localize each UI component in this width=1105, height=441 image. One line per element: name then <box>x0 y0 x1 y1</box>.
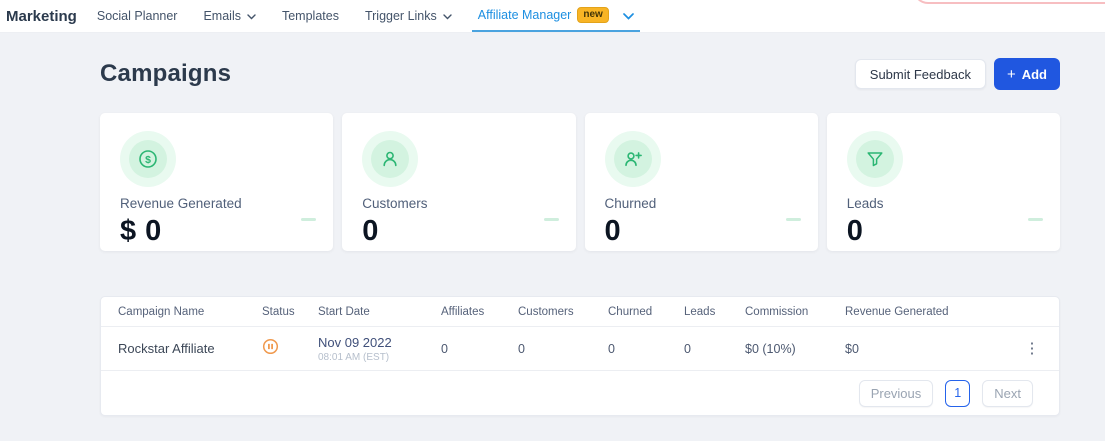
stat-icon-ring: $ <box>120 131 176 187</box>
column-header-churned: Churned <box>608 306 684 318</box>
affiliates-count: 0 <box>441 342 518 356</box>
column-header-campaign-name: Campaign Name <box>101 306 254 318</box>
user-plus-icon <box>623 149 643 169</box>
trend-dash-icon <box>301 218 316 221</box>
stat-icon-circle <box>614 140 652 178</box>
commission-value: $0 (10%) <box>745 342 845 356</box>
stat-card-leads: Leads 0 <box>827 113 1060 251</box>
column-header-revenue-generated: Revenue Generated <box>845 306 1005 318</box>
user-icon <box>380 149 400 169</box>
stat-label: Customers <box>362 196 557 211</box>
stat-icon-circle: $ <box>129 140 167 178</box>
column-header-commission: Commission <box>745 306 845 318</box>
revenue-generated-value: $0 <box>845 342 1005 356</box>
tab-social-planner[interactable]: Social Planner <box>97 0 178 32</box>
add-button-label: Add <box>1022 67 1047 82</box>
tab-emails[interactable]: Emails <box>203 0 256 32</box>
tab-label: Trigger Links <box>365 9 437 23</box>
column-header-leads: Leads <box>684 306 745 318</box>
stat-icon-circle <box>371 140 409 178</box>
submit-feedback-button[interactable]: Submit Feedback <box>855 59 986 89</box>
stat-value: 0 <box>362 215 557 248</box>
page-title: Campaigns <box>100 60 231 88</box>
stat-value: 0 <box>605 215 800 248</box>
marketing-tabs: Social Planner Emails Templates Trigger … <box>97 0 634 32</box>
cutoff-trial-banner <box>913 0 1105 4</box>
column-header-affiliates: Affiliates <box>441 306 518 318</box>
next-page-button[interactable]: Next <box>982 380 1033 407</box>
trend-dash-icon <box>544 218 559 221</box>
pagination: Previous 1 Next <box>101 371 1059 415</box>
stat-label: Revenue Generated <box>120 196 315 211</box>
stat-card-churned: Churned 0 <box>585 113 818 251</box>
stat-icon-ring <box>362 131 418 187</box>
table-row[interactable]: Rockstar Affiliate Nov 09 2022 08:01 AM … <box>101 327 1059 371</box>
stat-icon-circle <box>856 140 894 178</box>
status-cell <box>254 338 318 360</box>
tab-templates[interactable]: Templates <box>282 0 339 32</box>
stat-card-customers: Customers 0 <box>342 113 575 251</box>
page-number-button[interactable]: 1 <box>945 380 970 407</box>
stat-card-revenue: $ Revenue Generated $ 0 <box>100 113 333 251</box>
campaigns-content: Campaigns Submit Feedback + Add $ <box>100 33 1060 441</box>
stats-row: $ Revenue Generated $ 0 <box>100 113 1060 251</box>
customers-count: 0 <box>518 342 608 356</box>
plus-icon: + <box>1007 66 1016 83</box>
row-menu-ellipsis-icon[interactable]: ⋮ <box>1017 338 1048 360</box>
leads-count: 0 <box>684 342 745 356</box>
start-time: 08:01 AM (EST) <box>318 352 441 363</box>
stat-label: Leads <box>847 196 1042 211</box>
campaigns-table: Campaign Name Status Start Date Affiliat… <box>100 296 1060 416</box>
app-section-title: Marketing <box>6 8 77 25</box>
column-header-start-date: Start Date <box>318 306 441 318</box>
status-paused-icon <box>262 338 279 355</box>
tab-trigger-links[interactable]: Trigger Links <box>365 0 452 32</box>
stat-value: $ 0 <box>120 215 315 248</box>
tab-label: Templates <box>282 9 339 23</box>
tab-label: Social Planner <box>97 9 178 23</box>
svg-text:$: $ <box>145 154 151 166</box>
funnel-icon <box>865 149 885 169</box>
stat-value: 0 <box>847 215 1042 248</box>
campaign-name[interactable]: Rockstar Affiliate <box>101 341 254 356</box>
start-date: Nov 09 2022 <box>318 335 441 350</box>
stat-icon-ring <box>605 131 661 187</box>
churned-count: 0 <box>608 342 684 356</box>
add-campaign-button[interactable]: + Add <box>994 58 1060 90</box>
row-actions-cell: ⋮ <box>1005 338 1059 360</box>
tab-label: Affiliate Manager <box>478 8 572 22</box>
stat-label: Churned <box>605 196 800 211</box>
chevron-down-icon[interactable] <box>623 13 634 20</box>
marketing-top-nav: Marketing Social Planner Emails Template… <box>0 0 1105 33</box>
column-header-status: Status <box>254 306 318 318</box>
start-date-cell: Nov 09 2022 08:01 AM (EST) <box>318 335 441 363</box>
previous-page-button[interactable]: Previous <box>859 380 934 407</box>
chevron-down-icon <box>247 14 256 20</box>
trend-dash-icon <box>1028 218 1043 221</box>
stat-icon-ring <box>847 131 903 187</box>
tab-label: Emails <box>203 9 241 23</box>
tab-affiliate-manager[interactable]: Affiliate Manager new <box>472 0 640 32</box>
new-badge: new <box>577 7 608 23</box>
dollar-circle-icon: $ <box>138 149 158 169</box>
affiliate-manager-campaigns-screen: Marketing Social Planner Emails Template… <box>0 0 1105 441</box>
chevron-down-icon <box>443 14 452 20</box>
header-actions: Submit Feedback + Add <box>855 58 1060 90</box>
table-header-row: Campaign Name Status Start Date Affiliat… <box>101 297 1059 327</box>
column-header-customers: Customers <box>518 306 608 318</box>
trend-dash-icon <box>786 218 801 221</box>
page-header: Campaigns Submit Feedback + Add <box>100 55 1060 93</box>
